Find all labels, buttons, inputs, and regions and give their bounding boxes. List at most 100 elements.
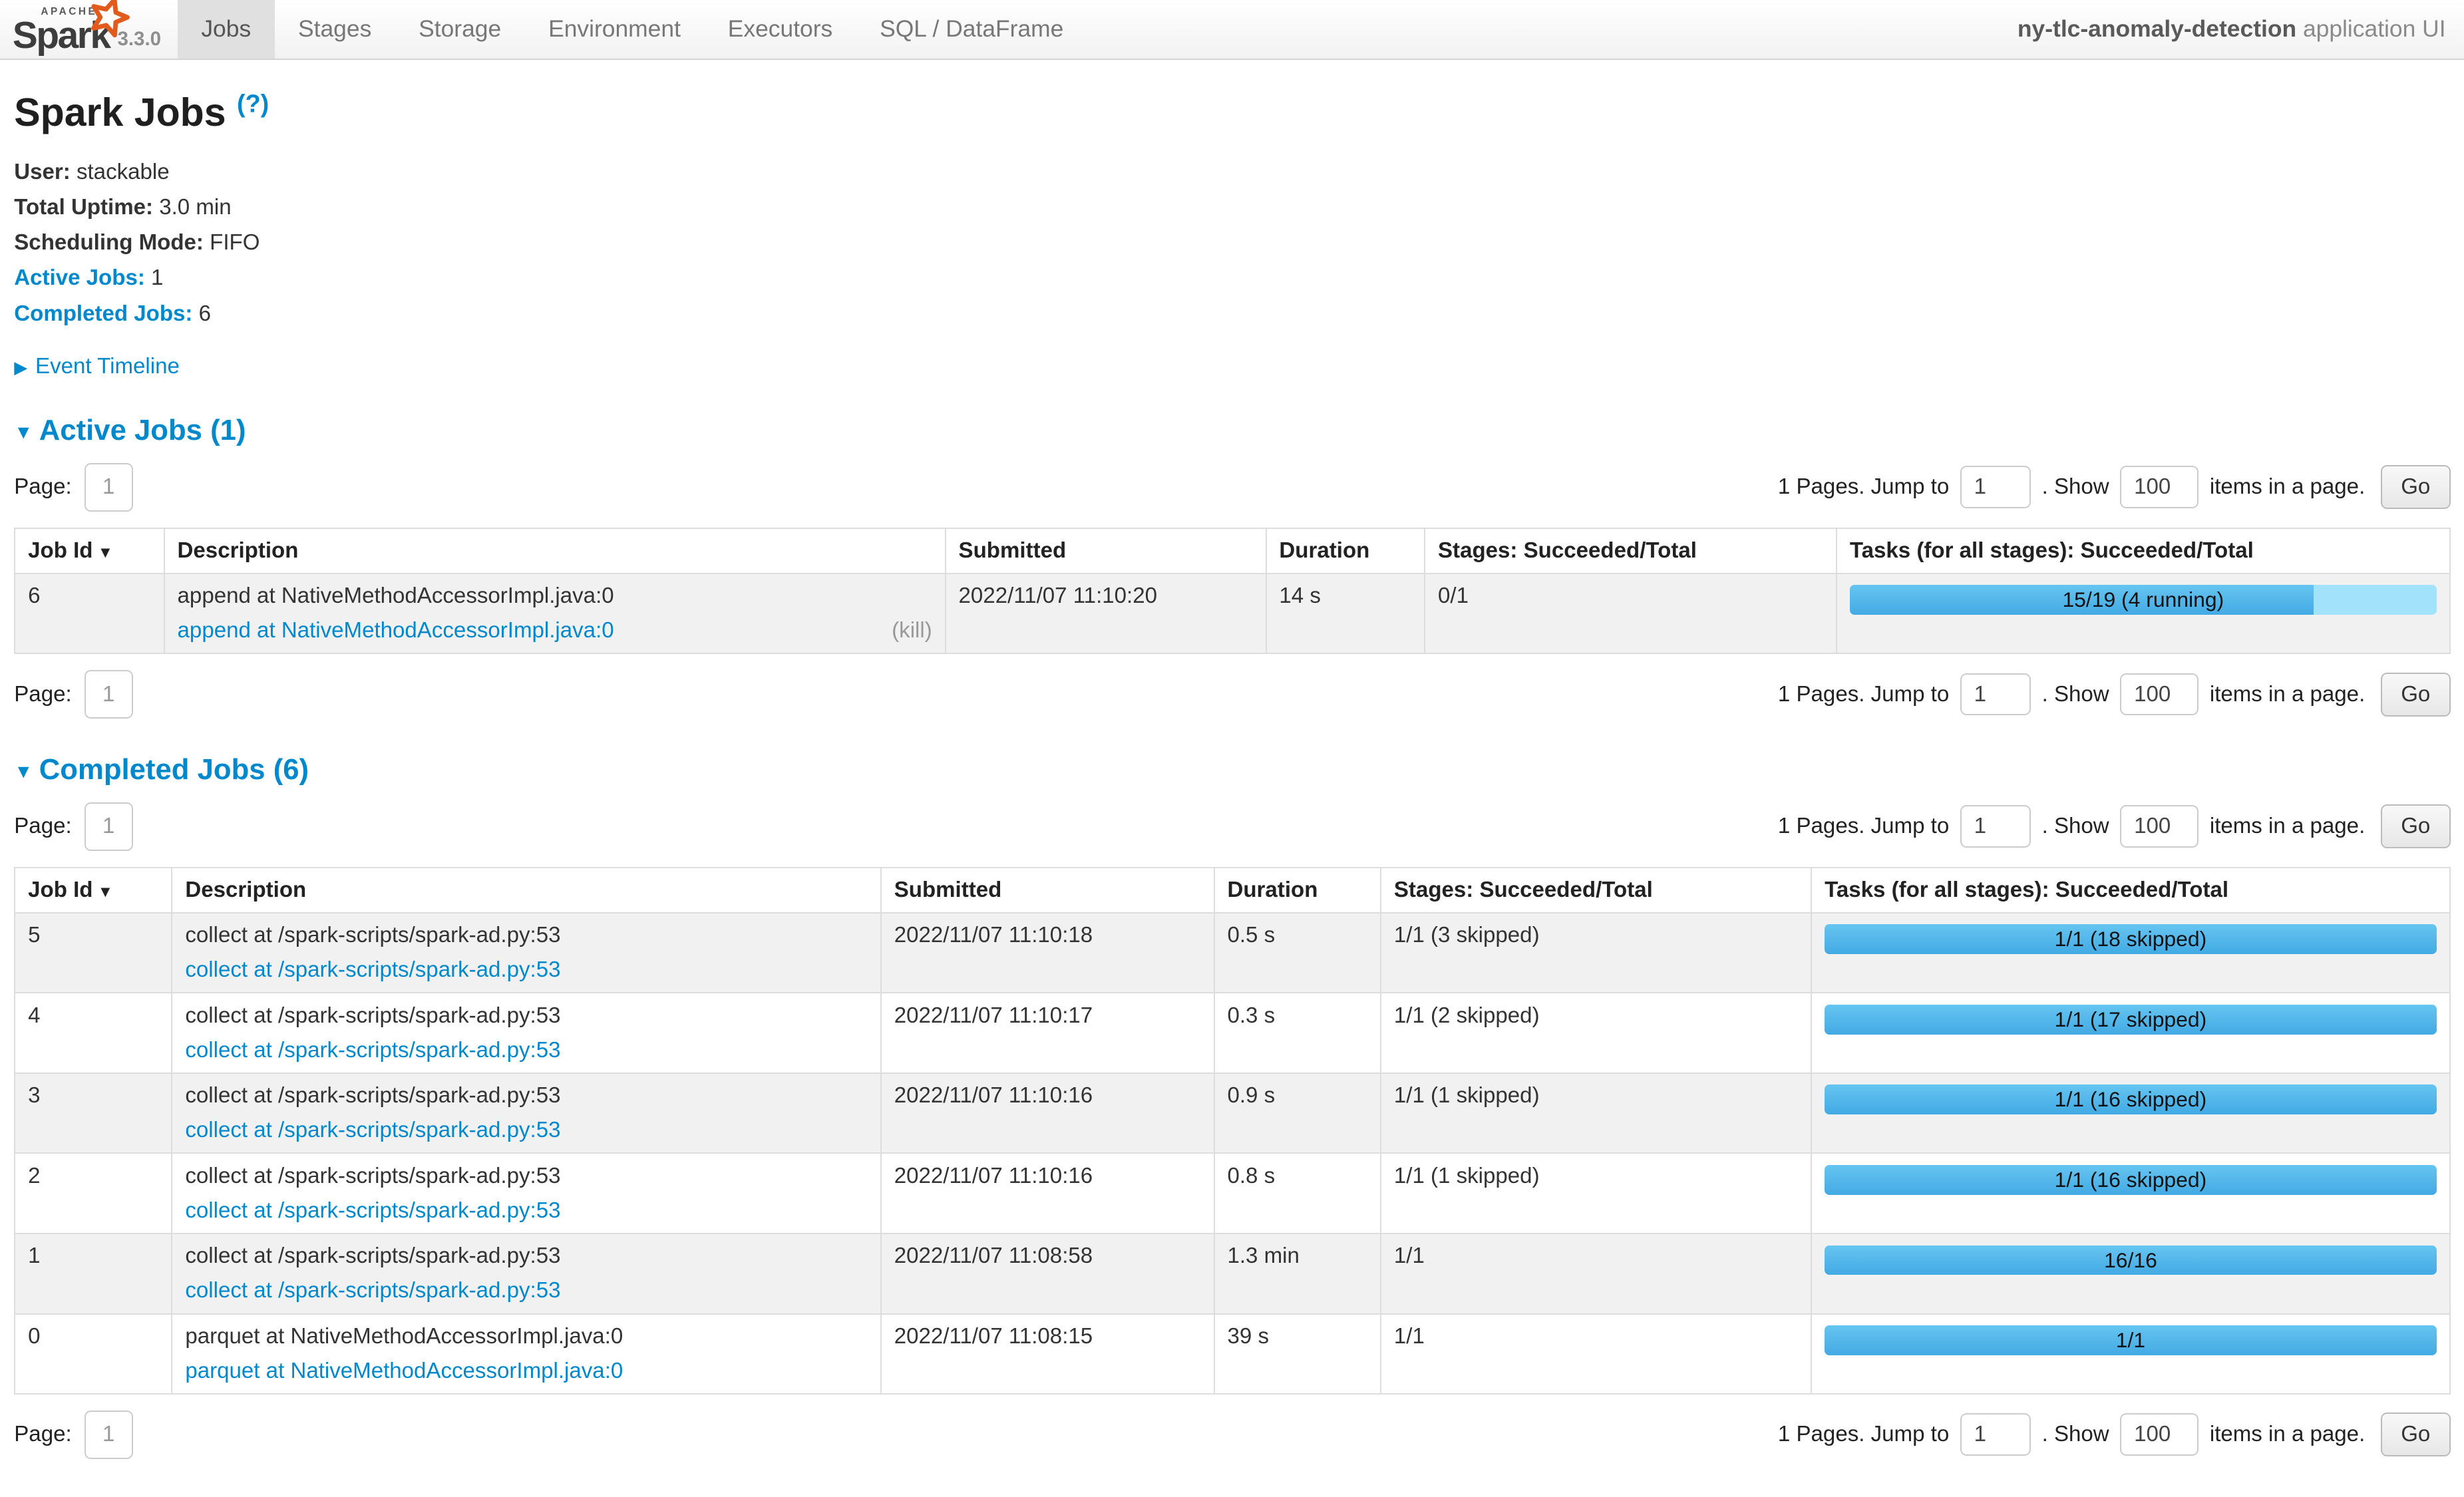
- stages-cell: 0/1: [1425, 574, 1837, 654]
- job-description-link[interactable]: collect at /spark-scripts/spark-ad.py:53: [185, 1118, 560, 1143]
- job-description-link[interactable]: collect at /spark-scripts/spark-ad.py:53: [185, 1198, 560, 1224]
- items-per-page-input[interactable]: [2120, 673, 2199, 716]
- progress-label: 1/1: [1825, 1325, 2437, 1355]
- pagination-completed-bottom: Page: 1 Pages. Jump to . Show items in a…: [14, 1411, 2450, 1459]
- page-number-input[interactable]: [85, 802, 133, 851]
- submitted-cell: 2022/11/07 11:10:16: [881, 1073, 1214, 1154]
- page-title-text: Spark Jobs: [14, 90, 226, 134]
- description-cell: append at NativeMethodAccessorImpl.java:…: [164, 574, 946, 654]
- sort-desc-icon: ▼: [98, 544, 113, 562]
- summary-uptime: Total Uptime: 3.0 min: [14, 194, 2450, 221]
- job-description-link[interactable]: collect at /spark-scripts/spark-ad.py:53: [185, 957, 560, 983]
- help-link[interactable]: (?): [237, 90, 269, 118]
- completed-job-row: 3 collect at /spark-scripts/spark-ad.py:…: [15, 1073, 2449, 1154]
- summary-active-jobs: Active Jobs: 1: [14, 264, 2450, 291]
- tab-storage[interactable]: Storage: [395, 0, 525, 59]
- tab-executors[interactable]: Executors: [704, 0, 856, 59]
- jump-to-page-input[interactable]: [1960, 805, 2031, 848]
- job-id-cell: 3: [15, 1073, 172, 1154]
- completed-jobs-section-header[interactable]: ▼Completed Jobs (6): [14, 753, 2450, 786]
- tab-sql-dataframe[interactable]: SQL / DataFrame: [856, 0, 1087, 59]
- go-button[interactable]: Go: [2381, 1413, 2451, 1456]
- active-table-header-row: Job Id▼ Description Submitted Duration S…: [15, 528, 2449, 574]
- items-per-page-input[interactable]: [2120, 1413, 2199, 1456]
- pagination-active-bottom: Page: 1 Pages. Jump to . Show items in a…: [14, 670, 2450, 719]
- job-id-cell: 4: [15, 993, 172, 1073]
- items-per-page-input[interactable]: [2120, 466, 2199, 508]
- stages-cell: 1/1 (1 skipped): [1381, 1153, 1811, 1234]
- active-jobs-section-header[interactable]: ▼Active Jobs (1): [14, 414, 2450, 447]
- column-header-description[interactable]: Description: [172, 868, 880, 913]
- job-description: collect at /spark-scripts/spark-ad.py:53: [185, 1244, 868, 1269]
- active-job-row: 6 append at NativeMethodAccessorImpl.jav…: [15, 574, 2449, 654]
- tab-jobs[interactable]: Jobs: [178, 0, 275, 59]
- duration-cell: 0.8 s: [1214, 1153, 1381, 1234]
- jump-to-page-input[interactable]: [1960, 1413, 2031, 1456]
- job-description-link[interactable]: collect at /spark-scripts/spark-ad.py:53: [185, 1038, 560, 1063]
- duration-cell: 39 s: [1214, 1314, 1381, 1395]
- column-header-submitted[interactable]: Submitted: [946, 528, 1266, 574]
- job-description: collect at /spark-scripts/spark-ad.py:53: [185, 1164, 868, 1189]
- column-header-description[interactable]: Description: [164, 528, 946, 574]
- active-jobs-link[interactable]: Active Jobs:: [14, 265, 145, 290]
- column-header-stages[interactable]: Stages: Succeeded/Total: [1381, 868, 1811, 913]
- tasks-cell: 1/1 (18 skipped): [1811, 913, 2449, 993]
- column-header-submitted[interactable]: Submitted: [881, 868, 1214, 913]
- jump-to-page-input[interactable]: [1960, 466, 2031, 508]
- uptime-label: Total Uptime:: [14, 195, 153, 220]
- page-number-input[interactable]: [85, 463, 133, 512]
- submitted-cell: 2022/11/07 11:10:18: [881, 913, 1214, 993]
- stages-cell: 1/1: [1381, 1234, 1811, 1314]
- job-id-cell: 5: [15, 913, 172, 993]
- go-button[interactable]: Go: [2381, 804, 2451, 848]
- job-description: collect at /spark-scripts/spark-ad.py:53: [185, 923, 868, 948]
- scheduling-mode-label: Scheduling Mode:: [14, 230, 204, 255]
- description-cell: collect at /spark-scripts/spark-ad.py:53…: [172, 1073, 880, 1154]
- job-description-link[interactable]: collect at /spark-scripts/spark-ad.py:53: [185, 1278, 560, 1303]
- completed-jobs-link[interactable]: Completed Jobs:: [14, 301, 192, 326]
- active-jobs-table: Job Id▼ Description Submitted Duration S…: [14, 528, 2450, 655]
- duration-cell: 0.5 s: [1214, 913, 1381, 993]
- completed-job-row: 4 collect at /spark-scripts/spark-ad.py:…: [15, 993, 2449, 1073]
- job-id-cell: 6: [15, 574, 164, 654]
- tab-environment[interactable]: Environment: [525, 0, 705, 59]
- stages-cell: 1/1 (1 skipped): [1381, 1073, 1811, 1154]
- submitted-cell: 2022/11/07 11:08:58: [881, 1234, 1214, 1314]
- application-ui-suffix: application UI: [2303, 15, 2446, 42]
- event-timeline-toggle[interactable]: ▶Event Timeline: [14, 354, 2450, 379]
- job-description: collect at /spark-scripts/spark-ad.py:53: [185, 1083, 868, 1108]
- completed-job-row: 1 collect at /spark-scripts/spark-ad.py:…: [15, 1234, 2449, 1314]
- tasks-progress-bar: 1/1: [1825, 1325, 2437, 1355]
- column-header-tasks[interactable]: Tasks (for all stages): Succeeded/Total: [1811, 868, 2449, 913]
- items-per-page-input[interactable]: [2120, 805, 2199, 848]
- tab-stages[interactable]: Stages: [275, 0, 395, 59]
- page-number-input[interactable]: [85, 1411, 133, 1459]
- navbar: APACHE Spark 3.3.0 Jobs Stages Storage E…: [0, 0, 2464, 60]
- job-description-link[interactable]: append at NativeMethodAccessorImpl.java:…: [178, 618, 614, 643]
- job-description-link[interactable]: parquet at NativeMethodAccessorImpl.java…: [185, 1359, 623, 1384]
- column-header-job-id[interactable]: Job Id▼: [15, 528, 164, 574]
- page-number-input[interactable]: [85, 670, 133, 719]
- items-text: items in a page.: [2210, 682, 2365, 707]
- tasks-cell: 15/19 (4 running): [1837, 574, 2450, 654]
- go-button[interactable]: Go: [2381, 673, 2451, 717]
- column-header-duration[interactable]: Duration: [1266, 528, 1425, 574]
- go-button[interactable]: Go: [2381, 465, 2451, 509]
- column-header-tasks[interactable]: Tasks (for all stages): Succeeded/Total: [1837, 528, 2450, 574]
- items-text: items in a page.: [2210, 474, 2365, 500]
- column-header-job-id[interactable]: Job Id▼: [15, 868, 172, 913]
- application-name-text: ny-tlc-anomaly-detection: [2018, 15, 2296, 42]
- tasks-cell: 1/1 (16 skipped): [1811, 1153, 2449, 1234]
- progress-label: 1/1 (17 skipped): [1825, 1005, 2437, 1035]
- page-label: Page:: [14, 814, 71, 839]
- column-header-duration[interactable]: Duration: [1214, 868, 1381, 913]
- spark-star-icon: [88, 0, 130, 38]
- tasks-progress-bar: 1/1 (17 skipped): [1825, 1005, 2437, 1035]
- submitted-cell: 2022/11/07 11:10:16: [881, 1153, 1214, 1234]
- tasks-progress-bar: 1/1 (18 skipped): [1825, 924, 2437, 954]
- column-header-stages[interactable]: Stages: Succeeded/Total: [1425, 528, 1837, 574]
- tasks-progress-bar: 16/16: [1825, 1246, 2437, 1275]
- completed-jobs-table: Job Id▼ Description Submitted Duration S…: [14, 867, 2450, 1395]
- jump-to-page-input[interactable]: [1960, 673, 2031, 716]
- kill-job-link[interactable]: (kill): [892, 618, 932, 643]
